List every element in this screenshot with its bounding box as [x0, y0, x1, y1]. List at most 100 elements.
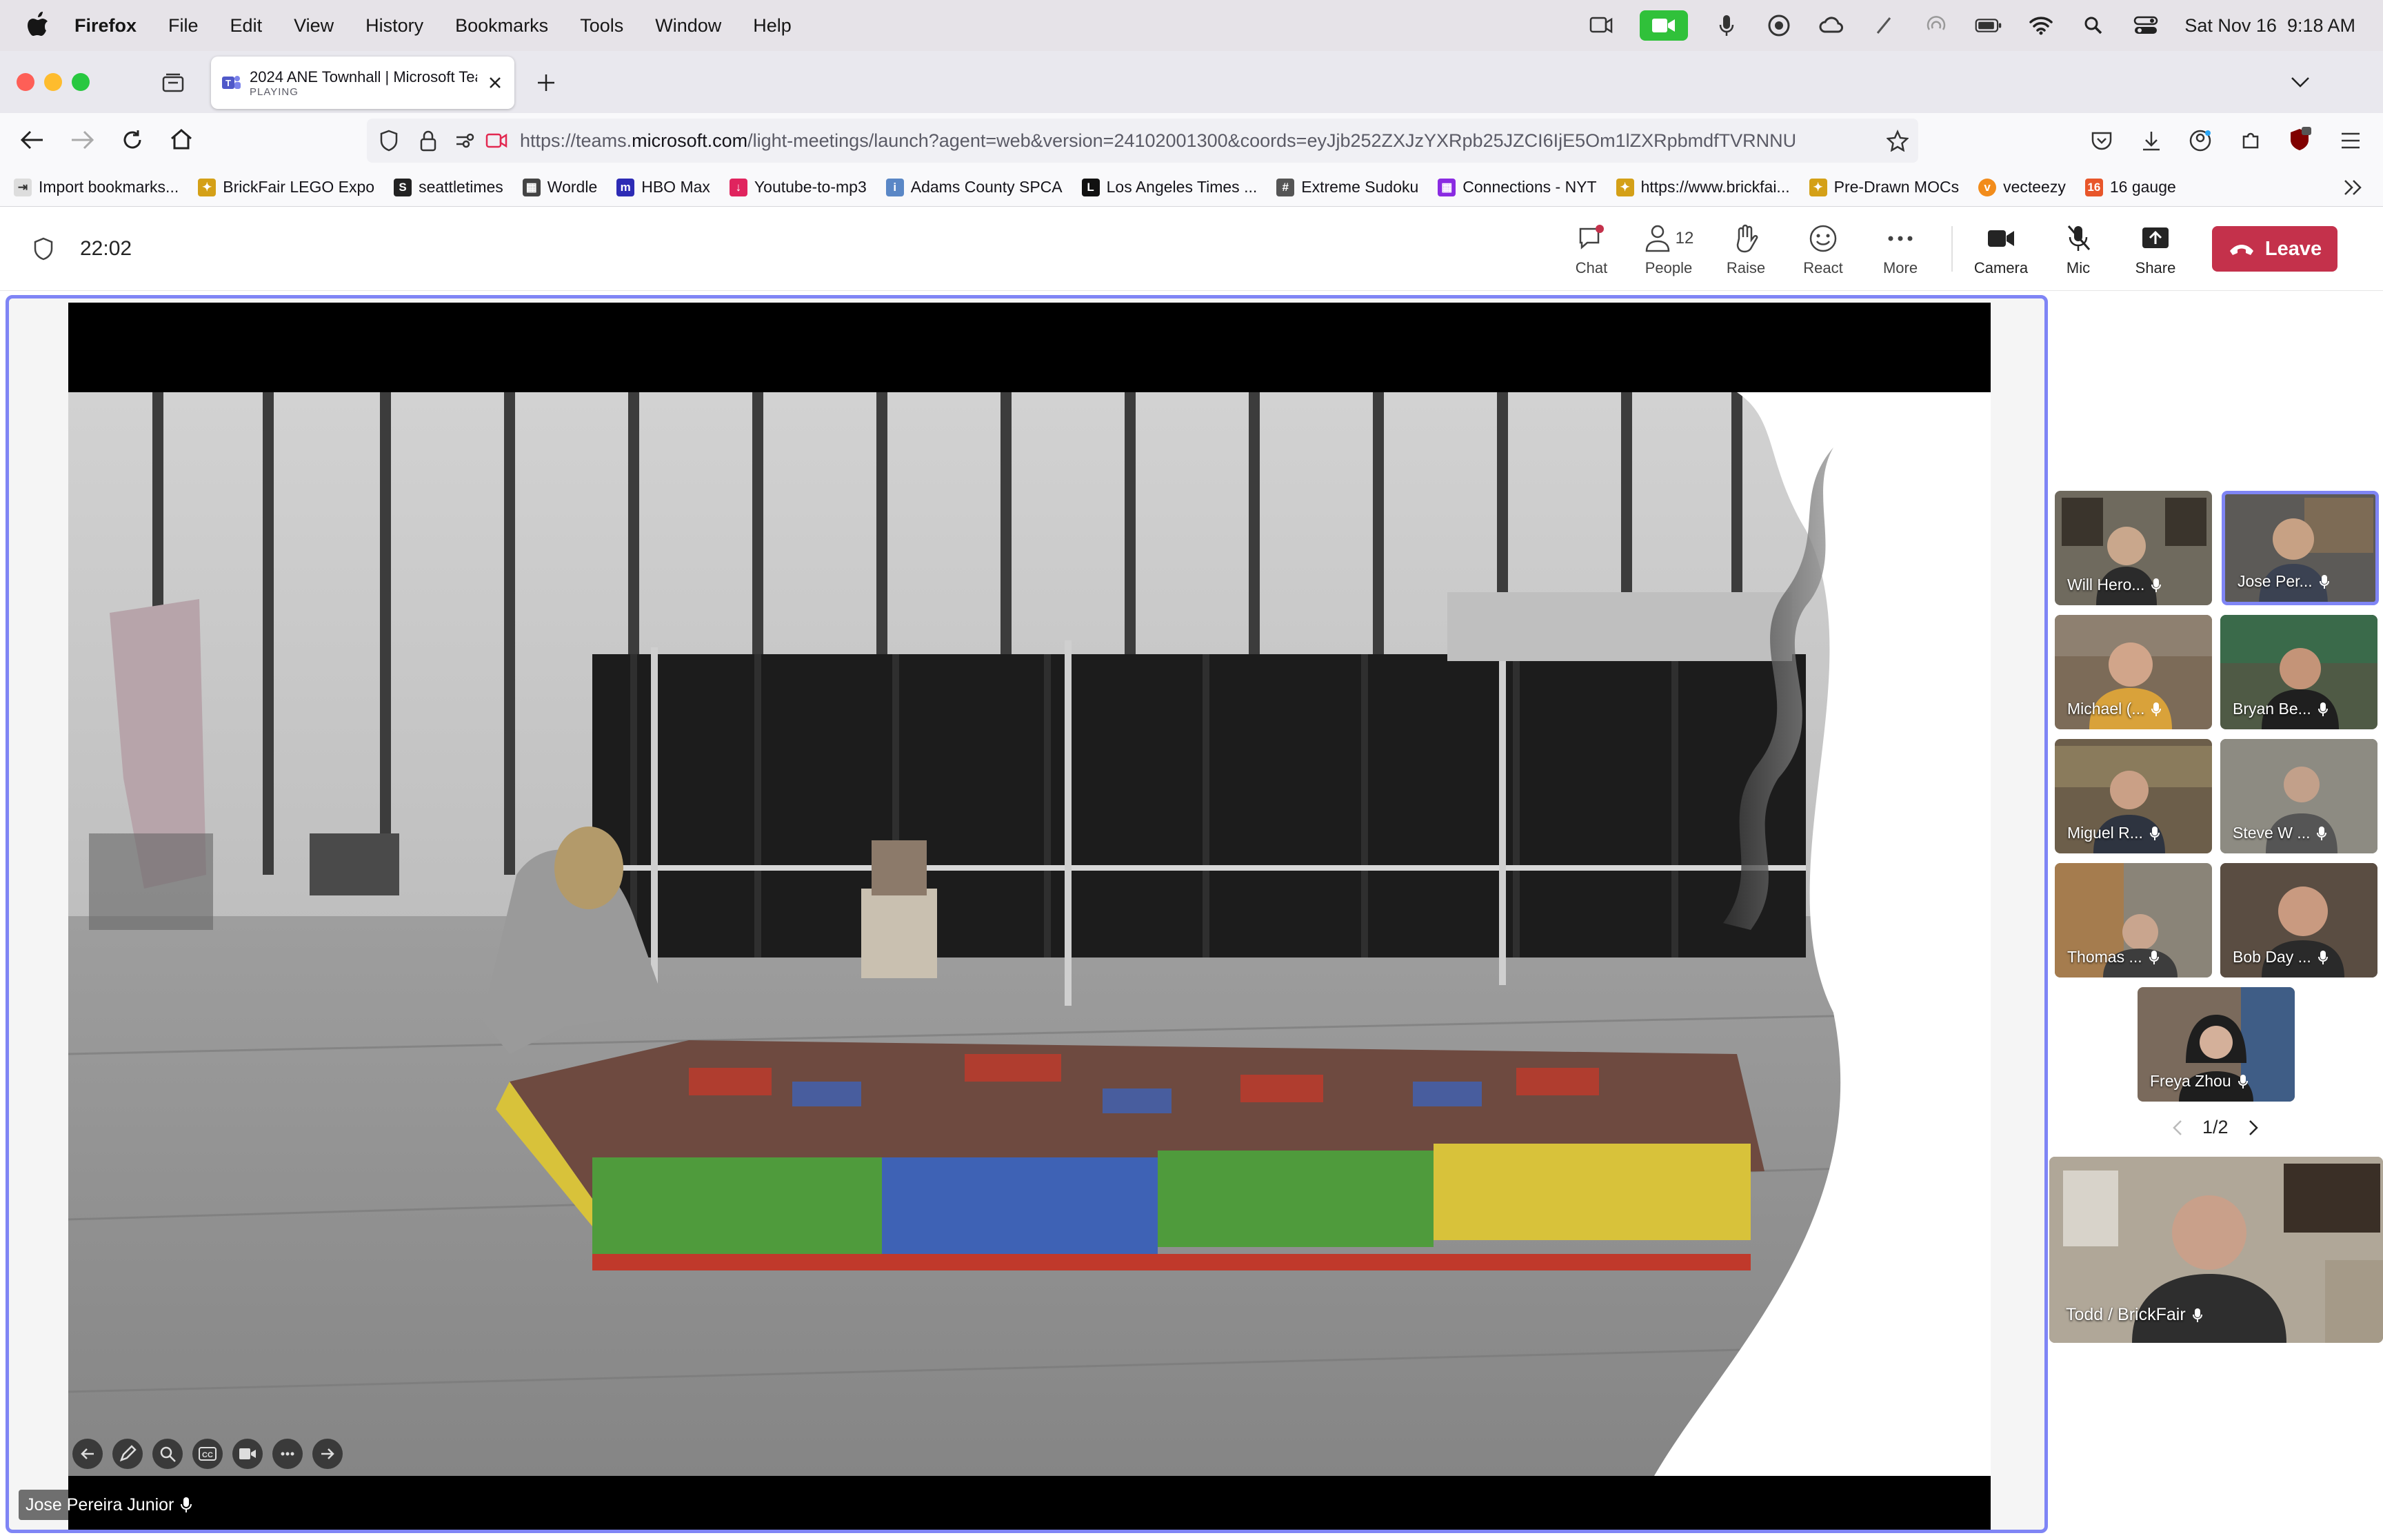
camera-sharing-indicator-icon[interactable] — [485, 132, 507, 150]
status-area: Sat Nov 16 9:18 AM — [1587, 0, 2355, 51]
bookmark-item[interactable]: ✦ BrickFair LEGO Expo — [198, 178, 374, 196]
share-button[interactable]: Share — [2121, 221, 2190, 281]
participant-tile[interactable]: Steve W ... — [2220, 739, 2377, 853]
pen-icon[interactable] — [1870, 12, 1898, 39]
chat-button[interactable]: Chat — [1557, 221, 1626, 281]
bookmark-item[interactable]: ↓ Youtube-to-mp3 — [729, 178, 867, 196]
firefox-view-icon[interactable] — [161, 72, 185, 94]
shared-content-stage[interactable]: CC Jose Pereira Junior — [6, 295, 2048, 1533]
menu-help[interactable]: Help — [753, 15, 792, 37]
menu-history[interactable]: History — [365, 15, 423, 37]
url-text[interactable]: https://teams.microsoft.com/light-meetin… — [520, 130, 1871, 152]
hbomax-icon: m — [616, 178, 635, 196]
close-tab-icon[interactable] — [488, 76, 502, 90]
annotate-pen-icon[interactable] — [112, 1439, 143, 1469]
home-icon[interactable] — [170, 128, 193, 150]
address-bar[interactable]: https://teams.microsoft.com/light-meetin… — [367, 119, 1918, 163]
account-icon[interactable] — [2189, 129, 2212, 152]
mic-icon — [2151, 702, 2162, 716]
zoom-window-button[interactable] — [72, 73, 90, 91]
cloud-sync-icon[interactable] — [1818, 12, 1845, 39]
menu-view[interactable]: View — [294, 15, 334, 37]
tracking-protection-icon[interactable] — [379, 130, 399, 152]
menu-bookmarks[interactable]: Bookmarks — [455, 15, 548, 37]
bookmark-item[interactable]: # Extreme Sudoku — [1276, 178, 1418, 196]
lock-icon[interactable] — [419, 130, 437, 152]
previous-icon[interactable] — [72, 1439, 103, 1469]
menu-app-name[interactable]: Firefox — [74, 15, 137, 37]
react-button[interactable]: React — [1789, 221, 1858, 281]
bookmark-item[interactable]: m HBO Max — [616, 178, 710, 196]
control-center-icon[interactable] — [2132, 12, 2160, 39]
reload-icon[interactable] — [121, 129, 143, 151]
raise-hand-button[interactable]: Raise — [1711, 221, 1780, 281]
more-options-icon[interactable] — [272, 1439, 303, 1469]
mic-button[interactable]: Mic — [2044, 221, 2113, 281]
app-menu-icon[interactable] — [2340, 132, 2361, 150]
forward-icon[interactable] — [70, 130, 94, 150]
gauge-icon: 16 — [2084, 178, 2103, 196]
bookmark-item[interactable]: ▦ Wordle — [522, 178, 597, 196]
people-button[interactable]: 12 People — [1634, 221, 1703, 281]
camera-button[interactable]: Camera — [1967, 221, 2035, 281]
screen-mirror-icon[interactable] — [1587, 12, 1615, 39]
participant-tile[interactable]: Will Hero... — [2055, 491, 2212, 605]
participant-tile[interactable]: Jose Per... — [2222, 491, 2379, 605]
bookmark-item[interactable]: v vecteezy — [1978, 178, 2066, 196]
more-button[interactable]: More — [1866, 221, 1935, 281]
next-icon[interactable] — [312, 1439, 343, 1469]
page-indicator: 1/2 — [2202, 1117, 2229, 1137]
captions-icon[interactable]: CC — [192, 1439, 223, 1469]
chevron-right-icon[interactable] — [2248, 1119, 2259, 1137]
participant-tile[interactable]: Bob Day ... — [2220, 863, 2377, 977]
menu-tools[interactable]: Tools — [580, 15, 623, 37]
active-tab[interactable]: T 2024 ANE Townhall | Microsoft Teams PL… — [211, 57, 514, 109]
menu-file[interactable]: File — [168, 15, 199, 37]
extensions-icon[interactable] — [2240, 130, 2262, 152]
ublock-icon[interactable] — [2288, 127, 2311, 152]
chevron-left-icon[interactable] — [2172, 1119, 2183, 1137]
people-icon — [1645, 225, 1669, 252]
airdrop-icon[interactable] — [1922, 12, 1950, 39]
participant-tile[interactable]: Bryan Be... — [2220, 615, 2377, 729]
bookmark-item[interactable]: L Los Angeles Times ... — [1081, 178, 1257, 196]
wifi-icon[interactable] — [2027, 12, 2055, 39]
minimize-window-button[interactable] — [44, 73, 62, 91]
camera-in-use-icon[interactable] — [1640, 10, 1689, 41]
bookmark-item[interactable]: i Adams County SPCA — [885, 178, 1063, 196]
permissions-icon[interactable] — [455, 132, 476, 150]
downloads-icon[interactable] — [2140, 130, 2162, 152]
bookmark-item[interactable]: ▦ Connections - NYT — [1438, 178, 1597, 196]
menu-edit[interactable]: Edit — [230, 15, 263, 37]
menubar-clock[interactable]: Sat Nov 16 9:18 AM — [2184, 15, 2355, 37]
spotlight-search-icon[interactable] — [2080, 12, 2107, 39]
participant-tile[interactable]: Miguel R... — [2055, 739, 2212, 853]
vpn-icon[interactable] — [1765, 12, 1793, 39]
shared-video[interactable] — [68, 303, 1991, 1530]
leave-button[interactable]: Leave — [2212, 226, 2337, 272]
participant-tile[interactable]: Thomas ... — [2055, 863, 2212, 977]
menu-window[interactable]: Window — [655, 15, 721, 37]
bookmark-star-icon[interactable] — [1887, 130, 1909, 152]
participant-tile[interactable]: Michael (... — [2055, 615, 2212, 729]
video-icon[interactable] — [232, 1439, 263, 1469]
apple-icon[interactable] — [26, 12, 50, 39]
new-tab-icon[interactable] — [536, 73, 556, 92]
back-icon[interactable] — [21, 130, 44, 150]
participant-tile[interactable]: Freya Zhou — [2138, 987, 2295, 1102]
microphone-icon[interactable] — [1713, 12, 1740, 39]
list-all-tabs-icon[interactable] — [2291, 76, 2310, 88]
bookmark-item[interactable]: Sseattletimes — [394, 178, 503, 196]
bookmark-item[interactable]: 16 16 gauge — [2084, 178, 2176, 196]
more-bookmarks-chevron-icon[interactable] — [2343, 179, 2364, 196]
zoom-icon[interactable] — [152, 1439, 183, 1469]
bookmark-item[interactable]: ✦ https://www.brickfai... — [1616, 178, 1790, 196]
featured-participant-tile[interactable]: Todd / BrickFair — [2049, 1157, 2383, 1343]
shield-icon[interactable] — [33, 237, 54, 261]
close-window-button[interactable] — [17, 73, 34, 91]
bookmark-item[interactable]: ✦ Pre-Drawn MOCs — [1809, 178, 1959, 196]
bookmark-item[interactable]: ⇥ Import bookmarks... — [14, 178, 179, 196]
pocket-icon[interactable] — [2091, 130, 2113, 151]
macos-menu-bar: Firefox File Edit View History Bookmarks… — [0, 0, 2383, 51]
battery-icon[interactable] — [1975, 12, 2002, 39]
